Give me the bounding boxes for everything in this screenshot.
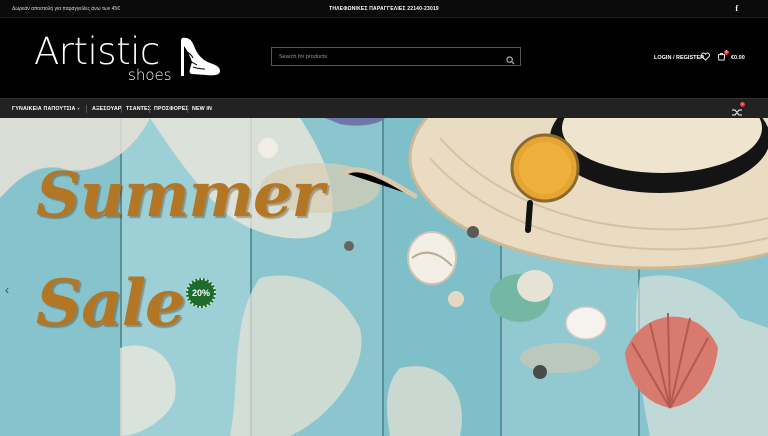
hero-headline-line2: Sale <box>36 266 186 341</box>
nav-item-new-in[interactable]: NEW IN <box>192 106 212 112</box>
nav-divider <box>149 105 150 113</box>
site-logo[interactable]: Artistic shoes <box>34 30 224 88</box>
nav-item-bags[interactable]: ΤΣΑΝΤΕΣ <box>126 106 151 112</box>
compare-count-badge: 0 <box>740 102 745 107</box>
nav-divider <box>121 105 122 113</box>
hero-headline-line1: Summer <box>36 158 324 231</box>
login-register-link[interactable]: LOGIN / REGISTER <box>654 55 704 61</box>
hero-banner[interactable]: ‹ Summer Sale 20% <box>0 118 768 436</box>
cart-total[interactable]: €0.00 <box>731 55 745 61</box>
cart-count-badge: 0 <box>724 50 729 55</box>
nav-item-offers[interactable]: ΠΡΟΣΦΟΡΕΣ <box>154 106 189 112</box>
search-icon[interactable] <box>506 52 515 70</box>
top-bar: Δωρεάν αποστολή για παραγγελίες άνω των … <box>0 0 768 18</box>
logo-sub: shoes <box>128 66 172 84</box>
phone-orders: ΤΗΛΕΦΩΝΙΚΕΣ ΠΑΡΑΓΓΕΛΙΕΣ 22140-23019 <box>329 6 439 12</box>
site-header: Artistic shoes LOGIN / REGISTER 0 €0.00 <box>0 18 768 98</box>
nav-item-label: ΓΥΝΑΙΚΕΙΑ ΠΑΠΟΥΤΣΙΑ <box>12 106 76 112</box>
search-box <box>271 47 521 66</box>
facebook-icon[interactable]: f <box>735 4 738 13</box>
search-input[interactable] <box>272 48 497 65</box>
chevron-down-icon: ▾ <box>77 106 80 111</box>
wishlist-icon[interactable] <box>701 52 710 63</box>
nav-divider <box>86 105 87 113</box>
nav-item-womens-shoes[interactable]: ΓΥΝΑΙΚΕΙΑ ΠΑΠΟΥΤΣΙΑ ▾ <box>12 106 80 112</box>
discount-badge: 20% <box>186 278 216 308</box>
nav-item-accessories[interactable]: ΑΞΕΣΟΥΑΡ <box>92 106 122 112</box>
prev-slide-arrow[interactable]: ‹ <box>5 283 9 297</box>
nav-divider <box>187 105 188 113</box>
high-heel-icon <box>181 37 220 76</box>
main-nav: ΓΥΝΑΙΚΕΙΑ ΠΑΠΟΥΤΣΙΑ ▾ ΑΞΕΣΟΥΑΡ ΤΣΑΝΤΕΣ ΠΡ… <box>0 98 768 118</box>
